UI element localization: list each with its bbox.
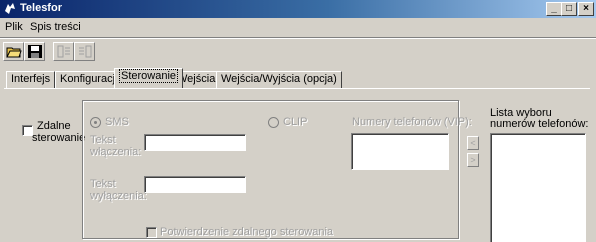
save-icon [28,45,42,58]
phone-numbers-list[interactable] [490,133,586,242]
save-button[interactable] [24,42,45,61]
tab-wejscia-wyjscia[interactable]: Wejścia/Wyjścia (opcja) [216,71,342,88]
telephone-app-icon [5,3,15,14]
tile-left-icon [57,45,70,58]
confirm-checkbox[interactable] [146,227,157,238]
on-text-label-line1: Tekst [90,134,116,146]
vip-numbers-input[interactable] [351,133,449,170]
menu-bar: Plik Spis treści [0,19,596,36]
maximize-button[interactable]: □ [561,2,577,16]
tab-sterowanie[interactable]: Sterowanie [114,68,184,88]
on-text-label: Tekst włączenia: [90,134,141,158]
off-text-label-line1: Tekst [90,178,116,190]
open-folder-icon [6,47,22,58]
minimize-button[interactable]: _ [546,2,562,16]
remote-label-line1: Zdalne [37,120,71,132]
tab-label: Interfejs [11,73,51,85]
menu-spis-tresci[interactable]: Spis treści [30,21,81,33]
move-left-button[interactable]: < [467,136,479,150]
clip-radio[interactable] [268,117,279,128]
close-button[interactable]: × [578,2,594,16]
remote-control-label: Zdalne sterowanie [32,120,85,144]
on-text-input[interactable] [144,134,246,151]
tab-panel-border [4,88,590,89]
off-text-input[interactable] [144,176,246,193]
list-label: Lista wyboru numerów telefonów: [490,108,588,130]
open-button[interactable] [3,42,24,61]
tab-interfejs[interactable]: Interfejs [6,71,56,88]
off-text-label: Tekst wyłączenia: [90,178,147,202]
clip-label: CLIP [283,116,308,128]
tab-label: Wejścia/Wyjścia (opcja) [221,73,337,85]
tab-label: Konfiguracja [60,73,122,85]
title-bar: Telesfor _ □ × [0,0,596,18]
remote-label-line2: sterowanie [32,132,86,144]
move-right-button[interactable]: > [467,153,479,167]
sms-label: SMS [105,116,129,128]
tab-label: Sterowanie [119,69,179,83]
sms-radio[interactable] [90,117,101,128]
toolbar-separator [0,37,596,39]
on-text-label-line2: włączenia: [90,146,142,158]
off-text-label-line2: wyłączenia: [90,190,147,202]
vip-label: Numery telefonów (VIP): [352,116,472,128]
tile-right-icon [79,45,92,58]
window-title: Telesfor [20,2,62,14]
tile-right-button[interactable] [74,42,95,61]
menu-plik[interactable]: Plik [5,21,23,33]
confirm-label: Potwierdzenie zdalnego sterowania [160,226,334,238]
tile-left-button[interactable] [53,42,74,61]
list-label-line2: numerów telefonów: [490,118,589,130]
